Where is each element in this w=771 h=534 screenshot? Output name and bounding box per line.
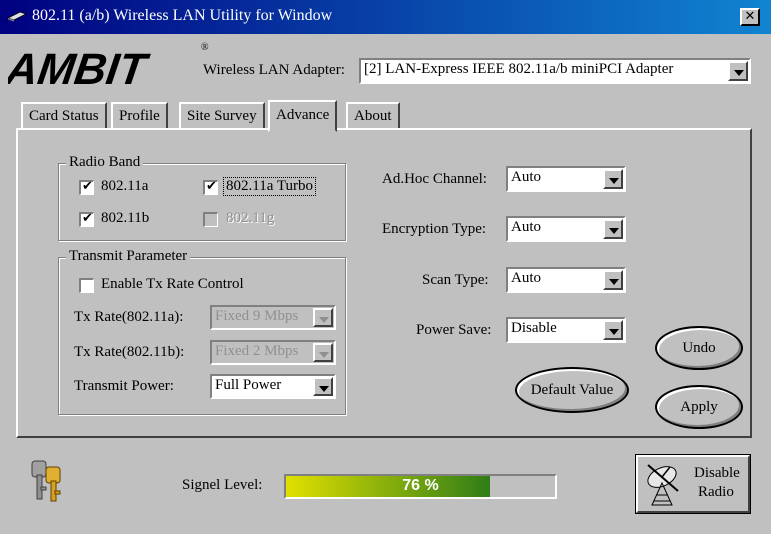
power-save-select[interactable]: Disable	[506, 317, 626, 343]
panel-content: Radio Band 802.11a 802.11a Turbo 802.11b…	[0, 0, 771, 534]
label-802-11g: 802.11g	[226, 210, 275, 226]
label-enable-tx-rate: Enable Tx Rate Control	[101, 276, 244, 292]
undo-label: Undo	[682, 340, 716, 356]
chevron-down-icon[interactable]	[603, 320, 623, 340]
checkbox-enable-tx-rate[interactable]	[79, 278, 94, 293]
apply-button[interactable]: Apply	[655, 385, 743, 429]
transmit-parameter-title: Transmit Parameter	[66, 248, 191, 265]
tx-rate-b-value: Fixed 2 Mbps	[215, 343, 299, 359]
encryption-type-select[interactable]: Auto	[506, 216, 626, 242]
scan-type-select[interactable]: Auto	[506, 267, 626, 293]
default-value-label: Default Value	[530, 382, 614, 398]
chevron-down-icon[interactable]	[313, 377, 333, 396]
label-adhoc-channel: Ad.Hoc Channel:	[382, 171, 487, 187]
adhoc-channel-select[interactable]: Auto	[506, 166, 626, 192]
adhoc-channel-value: Auto	[511, 169, 541, 185]
chevron-down-icon[interactable]	[603, 270, 623, 290]
label-power-save: Power Save:	[416, 322, 492, 338]
transmit-power-select[interactable]: Full Power	[210, 374, 336, 399]
label-802-11a: 802.11a	[101, 178, 149, 194]
chevron-down-icon	[313, 308, 333, 327]
transmit-power-value: Full Power	[215, 377, 282, 393]
label-802-11a-turbo: 802.11a Turbo	[223, 177, 316, 196]
radio-band-group	[58, 163, 346, 241]
encryption-type-value: Auto	[511, 219, 541, 235]
power-save-value: Disable	[511, 320, 557, 336]
chevron-down-icon	[313, 343, 333, 362]
chevron-down-icon[interactable]	[603, 219, 623, 239]
label-tx-rate-b: Tx Rate(802.11b):	[74, 344, 185, 360]
checkbox-802-11a[interactable]	[79, 179, 94, 195]
tx-rate-b-select: Fixed 2 Mbps	[210, 340, 336, 365]
chevron-down-icon[interactable]	[603, 169, 623, 189]
label-tx-rate-a: Tx Rate(802.11a):	[74, 309, 184, 325]
label-encryption-type: Encryption Type:	[382, 221, 487, 237]
label-scan-type: Scan Type:	[422, 272, 489, 288]
default-value-button[interactable]: Default Value	[515, 367, 629, 413]
scan-type-value: Auto	[511, 270, 541, 286]
apply-label: Apply	[680, 399, 718, 415]
label-802-11b: 802.11b	[101, 210, 150, 226]
checkbox-802-11g	[203, 212, 218, 227]
checkbox-802-11a-turbo[interactable]	[203, 179, 218, 195]
label-transmit-power: Transmit Power:	[74, 378, 174, 394]
undo-button[interactable]: Undo	[655, 326, 743, 370]
radio-band-title: Radio Band	[66, 154, 144, 171]
tx-rate-a-value: Fixed 9 Mbps	[215, 308, 299, 324]
utility-window: 802.11 (a/b) Wireless LAN Utility for Wi…	[0, 0, 771, 534]
checkbox-802-11b[interactable]	[79, 211, 94, 227]
tx-rate-a-select: Fixed 9 Mbps	[210, 305, 336, 330]
